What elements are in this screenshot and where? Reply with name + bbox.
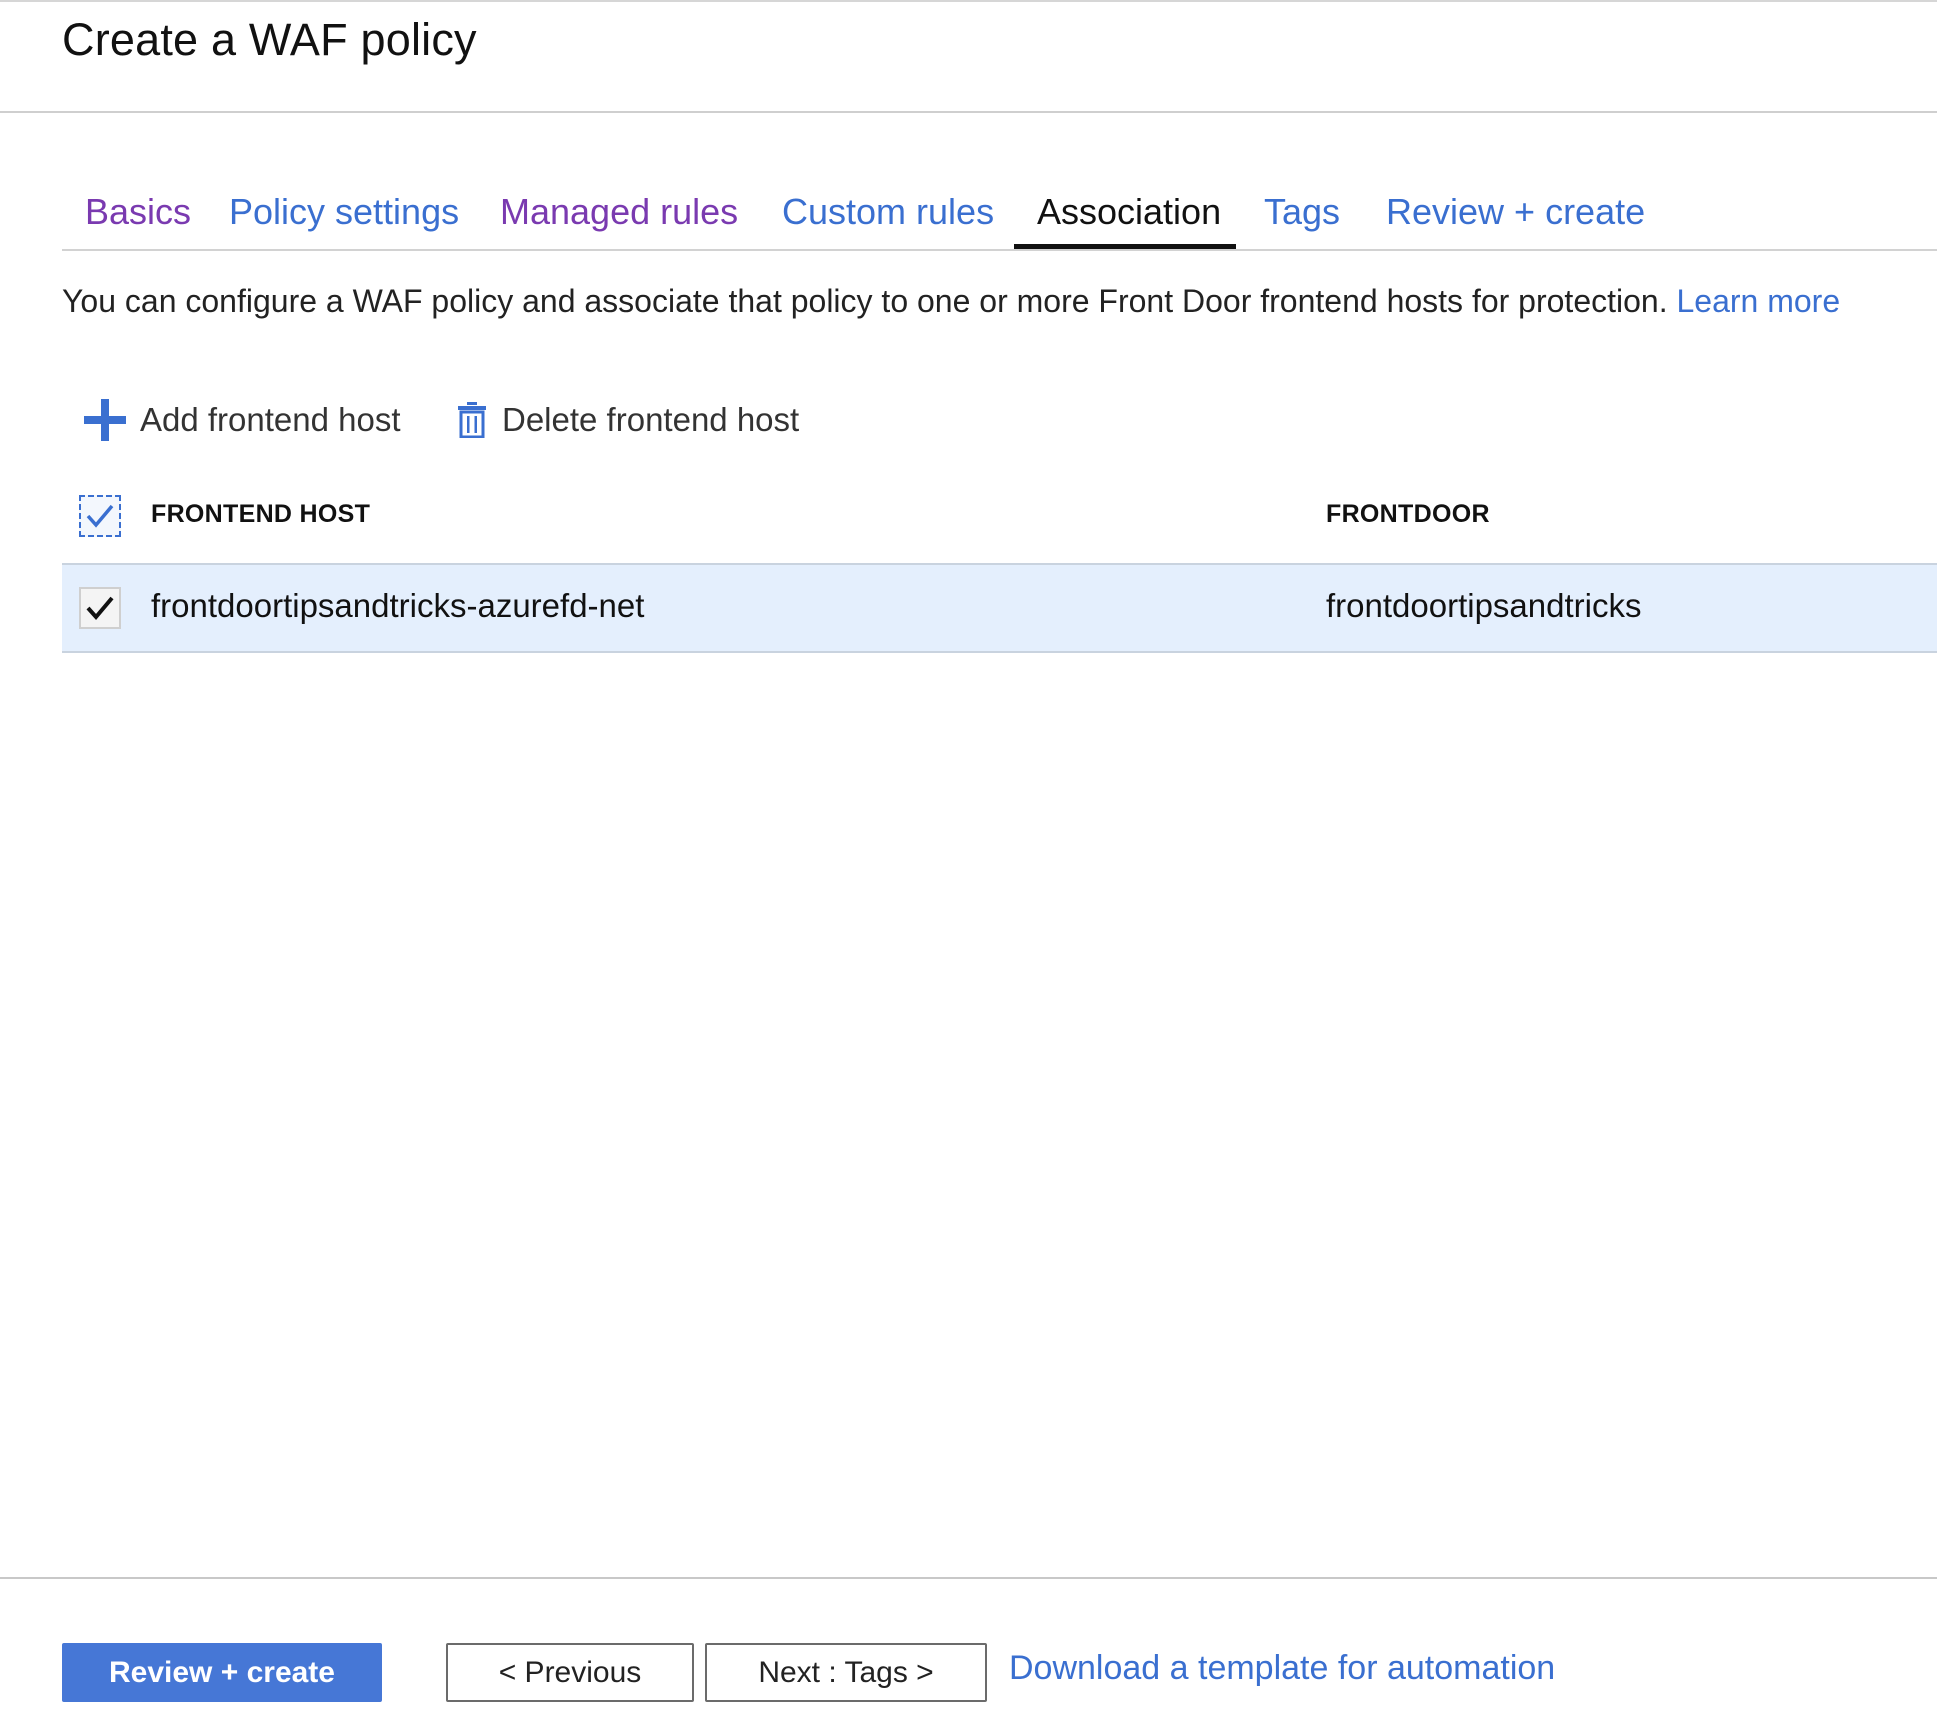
page-title: Create a WAF policy bbox=[62, 14, 477, 65]
tab-basics[interactable]: Basics bbox=[85, 182, 191, 250]
checkmark-icon bbox=[85, 595, 115, 621]
cell-frontdoor: frontdoortipsandtricks bbox=[1326, 587, 1642, 624]
footer-divider bbox=[0, 1577, 1937, 1579]
tab-association[interactable]: Association bbox=[1037, 182, 1221, 250]
tab-managed-rules[interactable]: Managed rules bbox=[500, 182, 738, 250]
download-template-link[interactable]: Download a template for automation bbox=[1009, 1649, 1555, 1688]
review-create-button[interactable]: Review + create bbox=[62, 1643, 382, 1702]
association-description: You can configure a WAF policy and assoc… bbox=[62, 283, 1840, 320]
table-row[interactable]: frontdoortipsandtricks-azurefd-net front… bbox=[62, 563, 1937, 653]
previous-button[interactable]: < Previous bbox=[446, 1643, 694, 1702]
column-header-frontdoor[interactable]: FRONTDOOR bbox=[1326, 500, 1490, 529]
next-tags-button[interactable]: Next : Tags > bbox=[705, 1643, 987, 1702]
tab-policy-settings[interactable]: Policy settings bbox=[229, 182, 459, 250]
header-divider bbox=[0, 111, 1937, 113]
plus-icon bbox=[84, 399, 126, 441]
delete-frontend-host-button[interactable]: Delete frontend host bbox=[458, 396, 799, 444]
delete-frontend-host-label: Delete frontend host bbox=[502, 401, 800, 438]
tab-custom-rules[interactable]: Custom rules bbox=[782, 182, 994, 250]
tabs-divider bbox=[62, 249, 1937, 251]
tab-review-create[interactable]: Review + create bbox=[1386, 182, 1645, 250]
top-border bbox=[0, 0, 1937, 2]
select-all-checkbox[interactable] bbox=[79, 495, 121, 537]
checkmark-icon bbox=[85, 503, 115, 529]
column-header-frontend-host[interactable]: FRONTEND HOST bbox=[151, 500, 370, 529]
row-checkbox[interactable] bbox=[79, 587, 121, 629]
add-frontend-host-button[interactable]: Add frontend host bbox=[84, 396, 401, 444]
tab-tags[interactable]: Tags bbox=[1264, 182, 1340, 250]
trash-icon bbox=[458, 402, 486, 438]
description-text: You can configure a WAF policy and assoc… bbox=[62, 283, 1668, 319]
learn-more-link[interactable]: Learn more bbox=[1676, 283, 1840, 319]
cell-frontend-host: frontdoortipsandtricks-azurefd-net bbox=[151, 587, 645, 624]
add-frontend-host-label: Add frontend host bbox=[140, 401, 401, 438]
waf-policy-page: Create a WAF policy Basics Policy settin… bbox=[0, 0, 1937, 1724]
